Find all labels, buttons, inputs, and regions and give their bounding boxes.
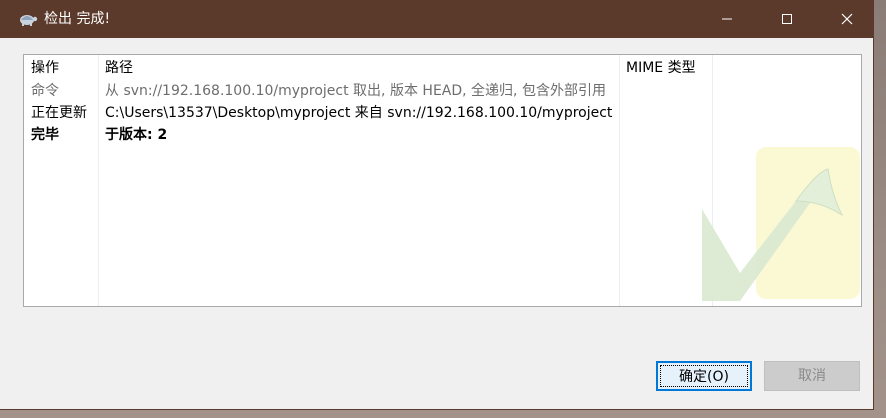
row-completed-action: 完毕 — [31, 127, 59, 143]
row-completed-path: 于版本: 2 — [105, 127, 168, 143]
checkmark-watermark-icon — [702, 147, 860, 301]
ok-button-label: 确定(O) — [660, 365, 748, 387]
header-mime-type[interactable]: MIME 类型 — [626, 57, 696, 79]
close-icon — [841, 13, 853, 25]
minimize-button[interactable] — [702, 0, 752, 38]
minimize-icon — [722, 18, 732, 20]
column-separator — [619, 55, 620, 306]
row-updating-action: 正在更新 — [31, 105, 87, 121]
title-bar[interactable]: 检出 完成! — [0, 0, 874, 38]
maximize-button[interactable] — [762, 0, 812, 38]
tortoise-icon — [20, 15, 38, 26]
column-separator — [98, 55, 99, 306]
row-command-path: 从 svn://192.168.100.10/myproject 取出, 版本 … — [105, 83, 606, 99]
header-action[interactable]: 操作 — [31, 57, 59, 79]
window-title: 检出 完成! — [44, 11, 111, 27]
results-list[interactable]: 操作 路径 MIME 类型 命令 从 svn://192.168.100.10/… — [23, 54, 862, 307]
header-path[interactable]: 路径 — [105, 57, 133, 79]
checkout-finished-dialog: 检出 完成! 操作 路径 MIME 类型 命令 从 svn://192.168.… — [0, 0, 874, 410]
ok-button[interactable]: 确定(O) — [656, 361, 752, 391]
row-updating-path: C:\Users\13537\Desktop\myproject 来自 svn:… — [105, 105, 613, 121]
close-button[interactable] — [822, 0, 872, 38]
cancel-button[interactable]: 取消 — [764, 361, 860, 391]
maximize-icon — [782, 14, 792, 24]
row-command-action: 命令 — [31, 83, 59, 99]
